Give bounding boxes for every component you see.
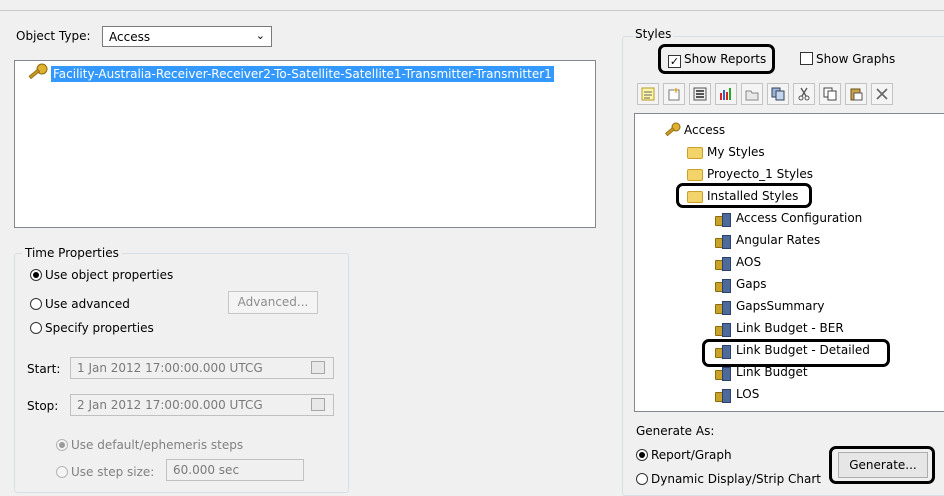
tree-style-item[interactable]: Link Budget (736, 365, 808, 379)
report-style-icon (715, 300, 731, 316)
report-style-icon (715, 388, 731, 404)
tree-folder-proyecto-styles[interactable]: Proyecto_1 Styles (707, 167, 813, 181)
tree-style-item[interactable]: AOS (736, 255, 761, 269)
key-icon (665, 122, 681, 137)
checkbox-checked: ✓ (668, 55, 681, 68)
tree-style-item[interactable]: GapsSummary (736, 299, 825, 313)
generate-as-label: Generate As: (636, 424, 715, 438)
report-style-icon (715, 366, 731, 382)
time-properties-title: Time Properties (22, 246, 122, 260)
show-reports-checkbox[interactable]: ✓ Show Reports (668, 52, 766, 68)
object-type-dropdown[interactable]: Access ⌄ (102, 26, 272, 47)
report-graph-option[interactable]: Report/Graph (636, 448, 732, 462)
use-object-properties-option[interactable]: Use object properties (30, 268, 173, 282)
start-time-value: 1 Jan 2012 17:00:00.000 UTCG (77, 361, 263, 375)
advanced-button[interactable]: Advanced... (228, 291, 318, 314)
copy-icon[interactable] (819, 83, 841, 105)
report-style-icon (715, 278, 731, 294)
folder-icon (687, 169, 703, 181)
styles-tree[interactable]: Access My Styles Proyecto_1 Styles Insta… (634, 113, 944, 412)
radio (636, 473, 648, 485)
duplicate-icon[interactable] (767, 83, 789, 105)
object-list-item[interactable]: Facility-Australia-Receiver-Receiver2-To… (51, 66, 554, 82)
tree-style-item[interactable]: Angular Rates (736, 233, 820, 247)
specify-properties-option[interactable]: Specify properties (30, 321, 154, 335)
radio (30, 322, 42, 334)
object-type-value: Access (109, 30, 151, 44)
stop-label: Stop: (27, 399, 59, 413)
default-steps-option[interactable]: Use default/ephemeris steps (56, 438, 243, 452)
tree-style-item[interactable]: Access Configuration (736, 211, 862, 225)
new-report-icon[interactable] (637, 83, 659, 105)
styles-title: Styles (633, 27, 674, 41)
report-style-icon (715, 256, 731, 272)
step-size-option[interactable]: Use step size: (56, 465, 154, 479)
report-style-icon (715, 322, 731, 338)
object-type-label: Object Type: (16, 29, 91, 43)
calendar-icon[interactable] (311, 361, 325, 374)
stop-time-field[interactable]: 2 Jan 2012 17:00:00.000 UTCG (70, 394, 334, 416)
object-list[interactable]: Facility-Australia-Receiver-Receiver2-To… (14, 60, 596, 228)
dynamic-display-option[interactable]: Dynamic Display/Strip Chart (636, 472, 821, 486)
key-icon (28, 63, 48, 80)
radio-selected (30, 269, 42, 281)
tree-folder-my-styles[interactable]: My Styles (707, 145, 765, 159)
radio (56, 466, 68, 478)
stop-time-value: 2 Jan 2012 17:00:00.000 UTCG (77, 398, 263, 412)
folder-icon (687, 147, 703, 159)
step-size-field[interactable]: 60.000 sec (166, 459, 304, 481)
radio-selected (636, 449, 648, 461)
start-label: Start: (27, 362, 61, 376)
delete-icon[interactable] (871, 83, 893, 105)
properties-icon[interactable] (689, 83, 711, 105)
report-style-icon (715, 234, 731, 250)
tree-style-item[interactable]: Gaps (736, 277, 767, 291)
paste-icon[interactable] (845, 83, 867, 105)
cut-icon[interactable] (793, 83, 815, 105)
calendar-icon[interactable] (311, 398, 325, 411)
tree-style-item[interactable]: LOS (736, 387, 759, 401)
installed-styles-highlight (676, 183, 812, 208)
show-graphs-checkbox[interactable]: Show Graphs (800, 52, 895, 66)
tree-style-item[interactable]: Link Budget - BER (736, 321, 844, 335)
open-icon[interactable] (741, 83, 763, 105)
new-folder-icon[interactable] (663, 83, 685, 105)
chevron-down-icon: ⌄ (255, 29, 265, 42)
radio-selected (56, 439, 68, 451)
new-graph-icon[interactable] (715, 83, 737, 105)
checkbox (800, 52, 813, 65)
radio (30, 298, 42, 310)
top-separator (0, 10, 944, 11)
generate-button[interactable]: Generate... (838, 452, 928, 478)
use-advanced-option[interactable]: Use advanced (30, 297, 130, 311)
link-budget-detailed-highlight (702, 339, 890, 367)
tree-root-access[interactable]: Access (684, 123, 725, 137)
report-style-icon (715, 212, 731, 228)
start-time-field[interactable]: 1 Jan 2012 17:00:00.000 UTCG (70, 357, 334, 379)
